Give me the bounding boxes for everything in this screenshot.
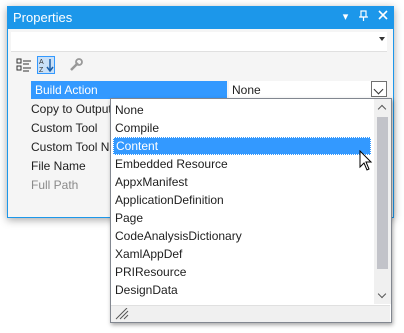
dropdown-scrollbar[interactable] bbox=[374, 99, 391, 304]
mouse-cursor-icon bbox=[359, 150, 373, 171]
property-row-build-action[interactable]: Build Action None bbox=[11, 81, 387, 99]
resize-grip[interactable] bbox=[111, 305, 390, 322]
svg-text:A: A bbox=[39, 59, 44, 66]
title-bar[interactable]: Properties ▾ bbox=[8, 7, 393, 29]
dropdown-option[interactable]: DesignData bbox=[113, 281, 373, 299]
property-value[interactable]: None bbox=[229, 81, 387, 99]
svg-text:Z: Z bbox=[39, 67, 44, 73]
chevron-down-icon[interactable]: ▾ bbox=[338, 10, 353, 25]
chevron-down-icon[interactable] bbox=[379, 37, 385, 41]
dropdown-option[interactable]: XamlAppDef bbox=[113, 245, 373, 263]
object-selector[interactable] bbox=[11, 32, 387, 52]
scroll-thumb[interactable] bbox=[377, 117, 388, 269]
dropdown-option[interactable]: ApplicationDefinition bbox=[113, 191, 373, 209]
dropdown-option[interactable]: AppxManifest bbox=[113, 173, 373, 191]
dropdown-option[interactable]: PRIResource bbox=[113, 263, 373, 281]
dropdown-option[interactable]: Compile bbox=[113, 119, 373, 137]
properties-toolbar: AZ bbox=[11, 54, 387, 76]
scroll-down-icon[interactable] bbox=[374, 288, 391, 304]
build-action-dropdown[interactable]: None Compile Content Embedded Resource A… bbox=[110, 98, 392, 323]
close-icon[interactable] bbox=[375, 10, 390, 25]
categorized-icon[interactable] bbox=[15, 56, 33, 74]
dropdown-option[interactable]: CodeAnalysisDictionary bbox=[113, 227, 373, 245]
property-name: Build Action bbox=[31, 81, 227, 99]
sort-alphabetical-icon[interactable]: AZ bbox=[37, 56, 55, 74]
dropdown-option[interactable]: None bbox=[113, 101, 373, 119]
dropdown-option[interactable]: Page bbox=[113, 209, 373, 227]
window-title: Properties bbox=[13, 10, 73, 25]
dropdown-option[interactable]: Embedded Resource bbox=[113, 155, 373, 173]
scroll-up-icon[interactable] bbox=[374, 99, 391, 115]
chevron-down-icon[interactable] bbox=[371, 81, 387, 97]
dropdown-option-selected[interactable]: Content bbox=[113, 137, 371, 155]
resize-grip-icon[interactable] bbox=[115, 308, 129, 320]
property-value-text: None bbox=[232, 83, 261, 97]
pin-icon[interactable] bbox=[356, 10, 371, 25]
wrench-icon[interactable] bbox=[67, 56, 85, 74]
